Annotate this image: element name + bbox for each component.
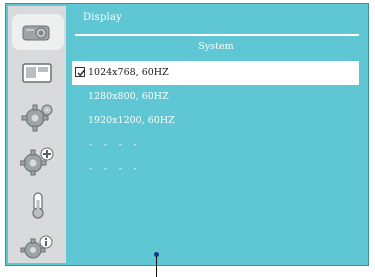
sidebar-item-temperature[interactable]: [18, 190, 58, 220]
checkbox-checked-icon: [75, 67, 85, 77]
list-item-label: 1280x800, 60HZ: [88, 91, 169, 102]
list-item-label: 1920x1200, 60HZ: [88, 115, 175, 126]
sidebar-item-settings[interactable]: [18, 102, 58, 132]
osd-screen: Display System 1024x768, 60HZ 1280x800, …: [0, 0, 375, 277]
thermometer-icon: [32, 192, 44, 219]
projector-icon: [22, 25, 50, 41]
list-item[interactable]: - - - -: [66, 157, 366, 181]
list-item-label: - - - -: [88, 164, 140, 174]
callout-line: [156, 256, 157, 277]
main-panel: Display System 1024x768, 60HZ 1280x800, …: [66, 6, 366, 263]
sidebar: [8, 6, 66, 263]
list-item[interactable]: - - - -: [66, 133, 366, 157]
sidebar-item-advanced[interactable]: [18, 146, 58, 176]
list-item[interactable]: 1280x800, 60HZ: [66, 85, 366, 109]
sidebar-item-projector[interactable]: [12, 14, 64, 50]
sidebar-item-info[interactable]: [18, 232, 58, 262]
list-item[interactable]: 1920x1200, 60HZ: [66, 109, 366, 133]
list-item-label: 1024x768, 60HZ: [88, 67, 169, 78]
resolution-list: 1024x768, 60HZ 1280x800, 60HZ 1920x1200,…: [66, 61, 366, 181]
list-item[interactable]: 1024x768, 60HZ: [72, 61, 359, 85]
title-divider: [75, 34, 359, 36]
list-item-label: - - - -: [88, 140, 140, 150]
page-title: Display: [83, 12, 122, 23]
gear-plus-icon: [20, 147, 54, 176]
sidebar-item-picture[interactable]: [18, 58, 58, 88]
gear-icon: [21, 104, 53, 132]
info-gear-icon: [20, 235, 53, 259]
section-title: System: [198, 41, 234, 52]
screen-picture-icon: [22, 63, 52, 83]
